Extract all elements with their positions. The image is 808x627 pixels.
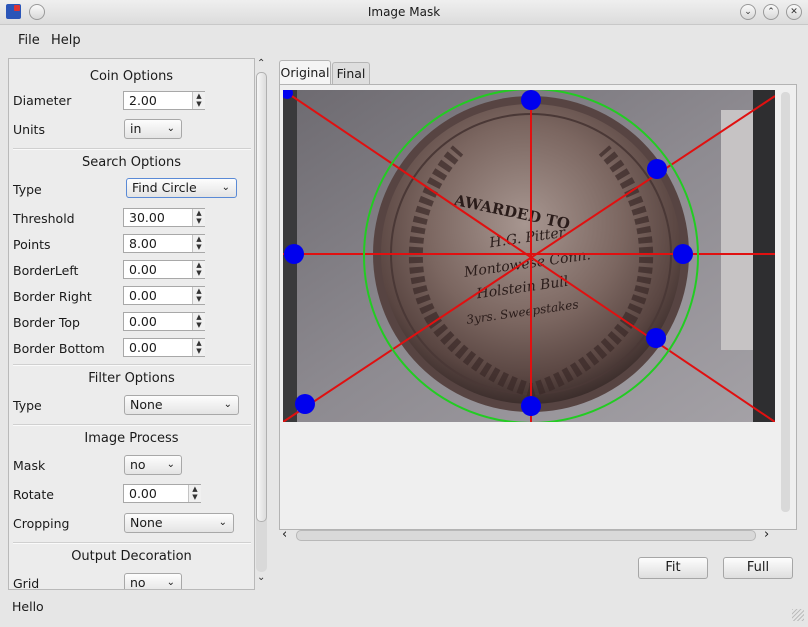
status-bar: Hello bbox=[0, 592, 808, 627]
spin-arrows-icon[interactable]: ▲ ▼ bbox=[188, 485, 201, 502]
search-type-dropdown[interactable]: Find Circle ⌄ bbox=[126, 178, 237, 198]
output-decoration-title: Output Decoration bbox=[71, 549, 192, 564]
scroll-right-icon[interactable]: › bbox=[764, 527, 769, 542]
detected-point[interactable] bbox=[295, 394, 315, 414]
grid-label: Grid bbox=[13, 576, 40, 590]
spin-arrows-icon[interactable]: ▲ ▼ bbox=[192, 287, 205, 304]
coin-options-title: Coin Options bbox=[89, 69, 174, 84]
maximize-button[interactable]: ⌃ bbox=[763, 4, 779, 20]
minimize-button[interactable]: ⌄ bbox=[740, 4, 756, 20]
chevron-down-icon: ⌄ bbox=[223, 399, 232, 410]
border-bottom-label: Border Bottom bbox=[13, 341, 105, 356]
grid-dropdown[interactable]: no ⌄ bbox=[124, 573, 182, 589]
status-text: Hello bbox=[12, 599, 44, 614]
paper-edge bbox=[721, 110, 753, 350]
detected-point[interactable] bbox=[673, 244, 693, 264]
border-right-spinbox[interactable]: 0.00 ▲ ▼ bbox=[123, 286, 205, 305]
filter-type-dropdown[interactable]: None ⌄ bbox=[124, 395, 239, 415]
border-left-label: BorderLeft bbox=[13, 263, 79, 278]
title-bar: Image Mask ⌄ ⌃ ✕ bbox=[0, 0, 808, 25]
detected-point[interactable] bbox=[521, 396, 541, 416]
threshold-spinbox[interactable]: 30.00 ▲ ▼ bbox=[123, 208, 205, 227]
chevron-down-icon: ⌄ bbox=[166, 577, 175, 588]
full-button[interactable]: Full bbox=[723, 557, 793, 579]
image-process-title: Image Process bbox=[84, 431, 179, 446]
units-label: Units bbox=[13, 122, 45, 137]
border-bottom-spinbox[interactable]: 0.00 ▲ ▼ bbox=[123, 338, 205, 357]
image-viewport[interactable]: AWARDED TO H.G. Pitter Montowese Conn. H… bbox=[279, 84, 797, 530]
cropping-dropdown[interactable]: None ⌄ bbox=[124, 513, 234, 533]
mask-dropdown[interactable]: no ⌄ bbox=[124, 455, 182, 475]
search-options-title: Search Options bbox=[82, 155, 181, 170]
spin-arrows-icon[interactable]: ▲ ▼ bbox=[192, 209, 205, 226]
resize-grip-icon[interactable] bbox=[792, 609, 804, 621]
rotate-label: Rotate bbox=[13, 487, 54, 502]
menu-bar: File Help bbox=[0, 24, 808, 58]
search-type-label: Type bbox=[13, 182, 42, 197]
diameter-label: Diameter bbox=[13, 93, 72, 108]
tab-final[interactable]: Final bbox=[332, 62, 370, 84]
border-top-label: Border Top bbox=[13, 315, 80, 330]
detected-point[interactable] bbox=[521, 90, 541, 110]
frame-right bbox=[753, 90, 775, 422]
divider bbox=[13, 148, 251, 150]
rotate-spinbox[interactable]: 0.00 ▲ ▼ bbox=[123, 484, 201, 503]
coin-image[interactable]: AWARDED TO H.G. Pitter Montowese Conn. H… bbox=[283, 90, 775, 422]
scroll-thumb[interactable] bbox=[256, 72, 267, 522]
window-title: Image Mask bbox=[367, 5, 441, 19]
spin-arrows-icon[interactable]: ▲ ▼ bbox=[192, 339, 205, 356]
divider bbox=[13, 424, 251, 426]
cropping-label: Cropping bbox=[13, 516, 70, 531]
mask-label: Mask bbox=[13, 458, 46, 473]
spin-arrows-icon[interactable]: ▲ ▼ bbox=[192, 261, 205, 278]
divider bbox=[13, 364, 251, 366]
scroll-up-icon[interactable]: ⌃ bbox=[257, 58, 265, 69]
divider bbox=[13, 542, 251, 544]
detected-point[interactable] bbox=[284, 244, 304, 264]
filter-options-title: Filter Options bbox=[88, 371, 175, 386]
chevron-down-icon: ⌄ bbox=[221, 182, 230, 193]
scroll-thumb[interactable] bbox=[296, 530, 756, 541]
spin-arrows-icon[interactable]: ▲ ▼ bbox=[192, 92, 205, 109]
menu-file[interactable]: File bbox=[18, 33, 40, 48]
fit-button[interactable]: Fit bbox=[638, 557, 708, 579]
border-top-spinbox[interactable]: 0.00 ▲ ▼ bbox=[123, 312, 205, 331]
threshold-label: Threshold bbox=[13, 211, 75, 226]
chevron-down-icon: ⌄ bbox=[166, 123, 175, 134]
spin-arrows-icon[interactable]: ▲ ▼ bbox=[192, 313, 205, 330]
tab-original[interactable]: Original bbox=[279, 60, 331, 86]
filter-type-label: Type bbox=[13, 398, 42, 413]
chevron-down-icon: ⌄ bbox=[166, 459, 175, 470]
points-label: Points bbox=[13, 237, 51, 252]
spin-arrows-icon[interactable]: ▲ ▼ bbox=[192, 235, 205, 252]
border-left-spinbox[interactable]: 0.00 ▲ ▼ bbox=[123, 260, 205, 279]
scroll-down-icon[interactable]: ⌄ bbox=[257, 572, 265, 583]
detected-point[interactable] bbox=[646, 328, 666, 348]
detected-point[interactable] bbox=[647, 159, 667, 179]
scroll-left-icon[interactable]: ‹ bbox=[282, 527, 287, 542]
options-panel: Coin Options Diameter 2.00 ▲ ▼ Units in ⌄… bbox=[8, 58, 255, 590]
units-dropdown[interactable]: in ⌄ bbox=[124, 119, 182, 139]
viewport-hscrollbar[interactable]: ‹ › bbox=[280, 527, 772, 545]
options-scrollbar[interactable]: ⌃ ⌄ bbox=[254, 58, 270, 588]
viewport-vscrollbar[interactable] bbox=[779, 92, 793, 522]
chevron-down-icon: ⌄ bbox=[218, 517, 227, 528]
border-right-label: Border Right bbox=[13, 289, 92, 304]
menu-help[interactable]: Help bbox=[51, 33, 81, 48]
diameter-spinbox[interactable]: 2.00 ▲ ▼ bbox=[123, 91, 205, 110]
close-button[interactable]: ✕ bbox=[786, 4, 802, 20]
points-spinbox[interactable]: 8.00 ▲ ▼ bbox=[123, 234, 205, 253]
